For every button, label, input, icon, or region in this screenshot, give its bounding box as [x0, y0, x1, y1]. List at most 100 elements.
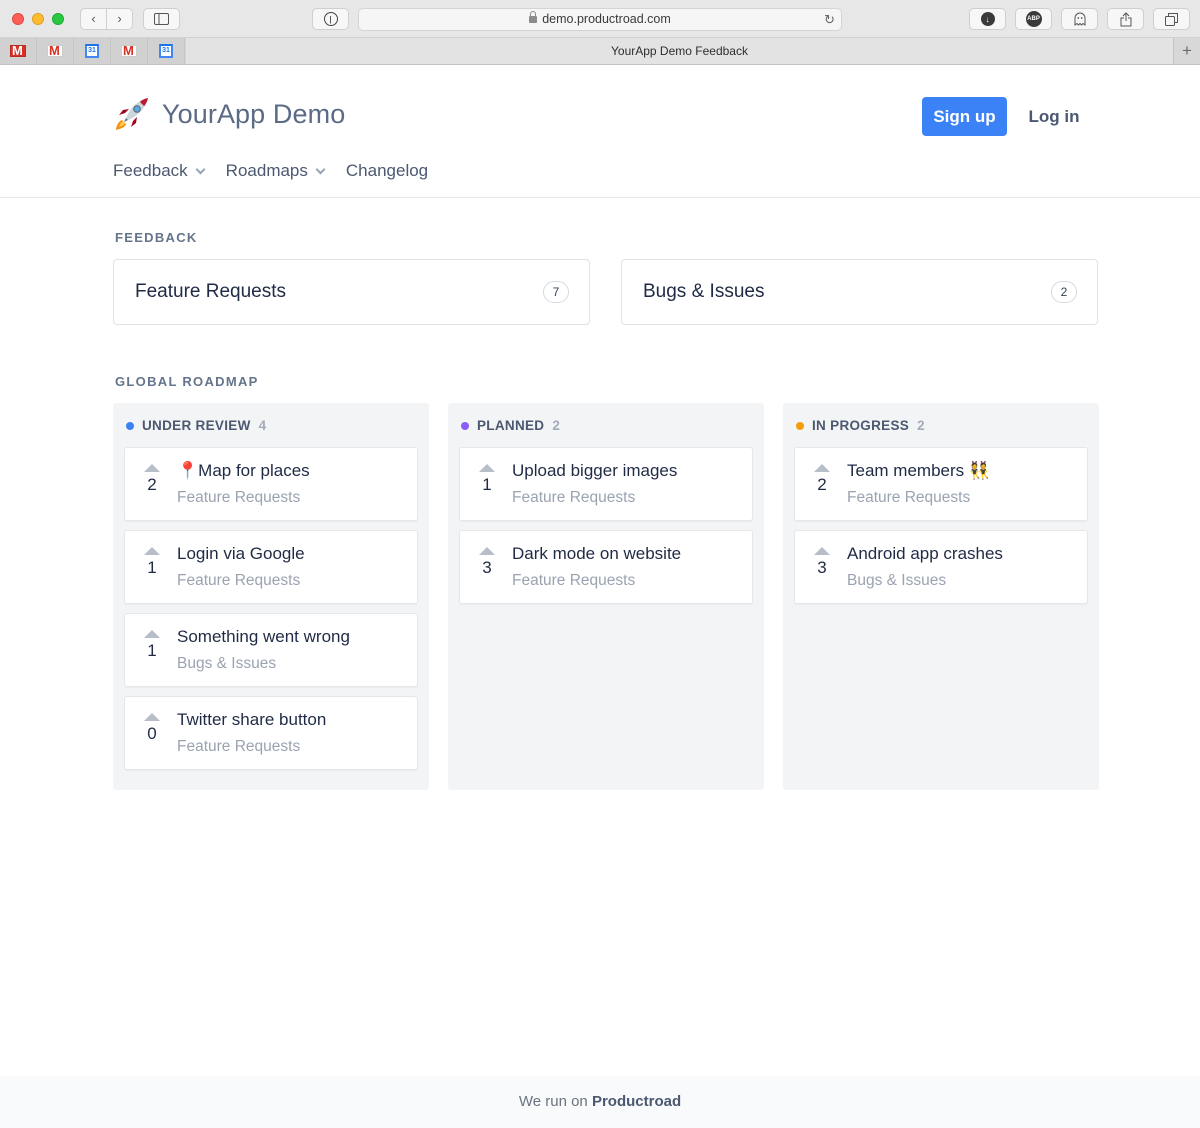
upvote-arrow-icon — [479, 464, 495, 472]
brand-link[interactable]: YourApp Demo — [114, 96, 345, 132]
log-in-button[interactable]: Log in — [1022, 97, 1086, 136]
password-manager-button[interactable]: | — [312, 8, 349, 30]
roadmap-column-in-progress: IN PROGRESS 2 2 Team members 👯 Feature R… — [783, 403, 1099, 790]
roadmap-post[interactable]: 1 Something went wrong Bugs & Issues — [124, 613, 418, 687]
board-card-bugs-issues[interactable]: Bugs & Issues 2 — [621, 259, 1098, 325]
column-count: 2 — [552, 418, 561, 433]
vote-count: 1 — [482, 475, 492, 494]
board-count-badge: 7 — [543, 281, 569, 303]
download-icon: ↓ — [980, 12, 995, 26]
vote-count: 2 — [817, 475, 827, 494]
upvote-arrow-icon — [144, 630, 160, 638]
nav-roadmaps-label: Roadmaps — [225, 161, 308, 180]
upvote-button[interactable]: 2 — [813, 464, 831, 494]
tabs-icon — [1165, 12, 1178, 26]
forward-button[interactable]: › — [106, 9, 132, 29]
column-count: 2 — [917, 418, 925, 433]
post-board: Feature Requests — [847, 489, 971, 506]
column-name: UNDER REVIEW — [142, 418, 251, 433]
pinned-tab-calendar[interactable]: 31 — [74, 38, 111, 64]
new-tab-button[interactable]: + — [1173, 38, 1200, 64]
upvote-arrow-icon — [814, 547, 830, 555]
app-name: YourApp Demo — [162, 98, 346, 129]
column-name: IN PROGRESS — [812, 418, 910, 433]
vote-count: 1 — [147, 641, 157, 660]
rocket-icon — [116, 98, 148, 130]
downloads-button[interactable]: ↓ — [969, 8, 1006, 30]
nav-feedback[interactable]: Feedback — [113, 161, 206, 181]
footer-brand-link[interactable]: Productroad — [592, 1093, 681, 1110]
column-header: PLANNED 2 — [461, 418, 560, 433]
status-dot — [461, 421, 469, 430]
roadmap-post[interactable]: 2 📍Map for places Feature Requests — [124, 447, 418, 521]
share-button[interactable] — [1107, 8, 1144, 30]
column-count: 4 — [258, 418, 267, 433]
post-title: Upload bigger images — [512, 461, 678, 480]
site-footer: We run on Productroad — [0, 1076, 1200, 1128]
zoom-window-button[interactable] — [52, 13, 64, 25]
roadmap-section-title: GLOBAL ROADMAP — [115, 374, 259, 389]
site-header: YourApp Demo Sign up Log in Feedback Roa… — [0, 65, 1200, 198]
roadmap-post[interactable]: 1 Upload bigger images Feature Requests — [459, 447, 753, 521]
main-nav: Feedback Roadmaps Changelog — [113, 161, 450, 181]
board-name: Bugs & Issues — [643, 281, 765, 302]
nav-changelog[interactable]: Changelog — [346, 161, 428, 181]
nav-changelog-label: Changelog — [345, 161, 429, 180]
roadmap-post[interactable]: 0 Twitter share button Feature Requests — [124, 696, 418, 770]
column-name: PLANNED — [477, 418, 545, 433]
pinned-tab-gmail[interactable] — [0, 38, 37, 64]
upvote-button[interactable]: 3 — [478, 547, 496, 577]
ghost-icon — [1074, 12, 1085, 26]
address-bar[interactable]: demo.productroad.com ↻ — [358, 8, 842, 31]
post-title: Something went wrong — [177, 627, 350, 646]
adblock-button[interactable]: ABP — [1015, 8, 1052, 30]
google-calendar-icon: 31 — [85, 44, 99, 58]
chevron-down-icon — [315, 164, 326, 174]
pinned-tab-gmail[interactable] — [37, 38, 74, 64]
upvote-button[interactable]: 1 — [478, 464, 496, 494]
vote-count: 2 — [147, 475, 157, 494]
post-title: Login via Google — [177, 544, 305, 563]
upvote-arrow-icon — [814, 464, 830, 472]
pinned-tab-calendar[interactable]: 31 — [148, 38, 185, 64]
back-button[interactable]: ‹ — [81, 9, 106, 29]
post-board: Bugs & Issues — [847, 572, 947, 589]
upvote-button[interactable]: 1 — [143, 547, 161, 577]
column-header: IN PROGRESS 2 — [796, 418, 925, 433]
history-navigation: ‹ › — [80, 8, 133, 30]
roadmap-post[interactable]: 3 Dark mode on website Feature Requests — [459, 530, 753, 604]
chevron-down-icon — [195, 164, 206, 174]
status-dot — [796, 421, 804, 430]
browser-toolbar: ‹ › | demo.productroad.com ↻ ↓ ABP — [0, 0, 1200, 38]
gmail-icon — [47, 45, 63, 57]
upvote-button[interactable]: 3 — [813, 547, 831, 577]
sidebar-toggle-button[interactable] — [143, 8, 180, 30]
upvote-button[interactable]: 1 — [143, 630, 161, 660]
sign-up-button[interactable]: Sign up — [922, 97, 1007, 136]
active-tab[interactable]: YourApp Demo Feedback — [186, 38, 1173, 64]
roadmap-post[interactable]: 3 Android app crashes Bugs & Issues — [794, 530, 1088, 604]
pinned-tab-gmail[interactable] — [111, 38, 148, 64]
upvote-arrow-icon — [144, 713, 160, 721]
upvote-button[interactable]: 2 — [143, 464, 161, 494]
post-board: Feature Requests — [512, 489, 636, 506]
nav-roadmaps[interactable]: Roadmaps — [225, 161, 326, 181]
minimize-window-button[interactable] — [32, 13, 44, 25]
upvote-arrow-icon — [144, 464, 160, 472]
reload-icon[interactable]: ↻ — [824, 9, 835, 30]
vote-count: 0 — [147, 724, 157, 743]
tab-overview-button[interactable] — [1153, 8, 1190, 30]
post-title: Android app crashes — [847, 544, 1003, 563]
board-card-feature-requests[interactable]: Feature Requests 7 — [113, 259, 590, 325]
ghostery-button[interactable] — [1061, 8, 1098, 30]
upvote-arrow-icon — [479, 547, 495, 555]
feedback-section-title: FEEDBACK — [115, 230, 198, 245]
url-text: demo.productroad.com — [542, 12, 671, 26]
upvote-button[interactable]: 0 — [143, 713, 161, 743]
roadmap-post[interactable]: 1 Login via Google Feature Requests — [124, 530, 418, 604]
close-window-button[interactable] — [12, 13, 24, 25]
upvote-arrow-icon — [144, 547, 160, 555]
board-count-badge: 2 — [1051, 281, 1077, 303]
post-title: Dark mode on website — [512, 544, 682, 563]
roadmap-post[interactable]: 2 Team members 👯 Feature Requests — [794, 447, 1088, 521]
